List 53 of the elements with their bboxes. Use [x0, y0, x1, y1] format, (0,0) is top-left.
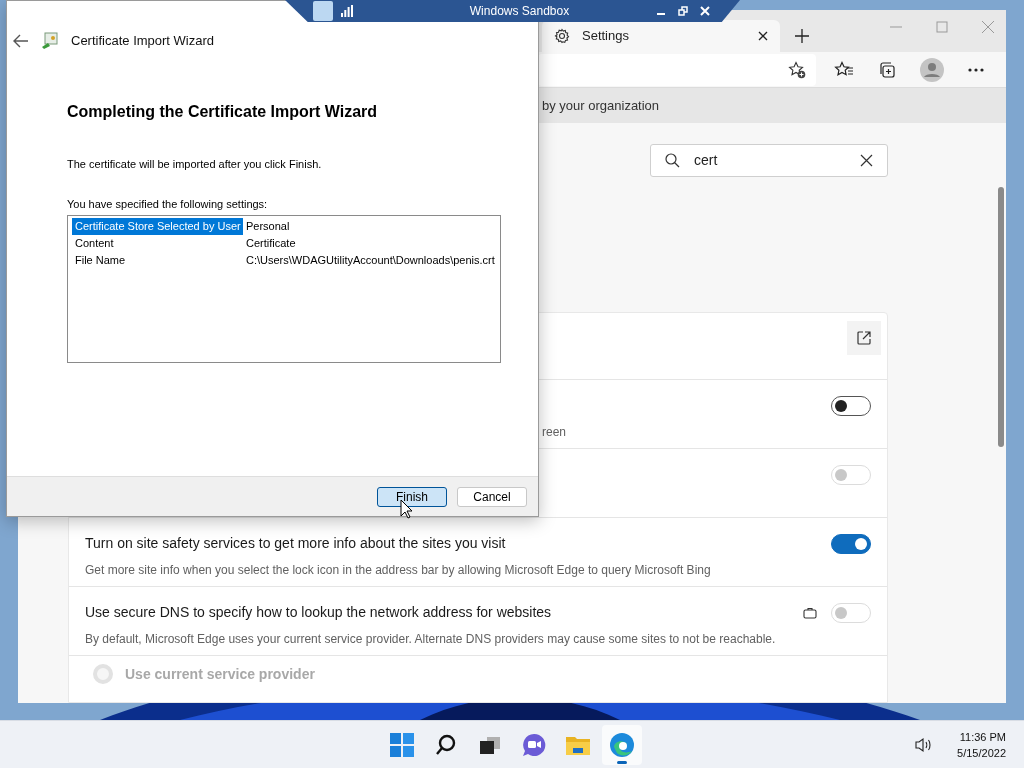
- restore-icon[interactable]: [678, 6, 688, 16]
- radio-label: Use current service provider: [125, 665, 315, 684]
- scrollbar-thumb[interactable]: [998, 187, 1004, 447]
- search-value: cert: [694, 151, 719, 170]
- task-view-icon: [479, 734, 501, 755]
- setting-description: reen: [541, 424, 568, 440]
- intro-text: The certificate will be imported after you click Finish.: [67, 157, 323, 172]
- collections-icon[interactable]: [878, 60, 896, 79]
- profile-avatar-icon[interactable]: [920, 57, 944, 82]
- new-tab-icon[interactable]: [794, 28, 810, 44]
- windows-logo-icon: [390, 732, 414, 757]
- clear-icon[interactable]: [860, 154, 873, 167]
- dialog-button[interactable]: Finish: [377, 486, 447, 507]
- back-arrow-icon[interactable]: [13, 34, 29, 48]
- banner-text: by your organization: [542, 97, 660, 115]
- wizard-heading: Completing the Certificate Import Wizard: [67, 102, 379, 122]
- setting-title: Turn on site safety services to get more info about the sites you visit: [85, 534, 507, 552]
- settings-label: You have specified the following settings:: [67, 196, 269, 212]
- dialog-title: Certificate Import Wizard: [71, 32, 215, 51]
- setting-title: Use secure DNS to specify how to lookup the network address for websites: [85, 603, 553, 621]
- search-icon: [665, 153, 680, 168]
- tab-title: Settings: [582, 27, 630, 46]
- close-tab-icon[interactable]: [758, 31, 768, 41]
- setting-description: Get more site info when you select the lock icon in the address bar by allowing Microsoft Edge to query Microsoft Bing: [85, 562, 712, 578]
- search-icon: [435, 733, 457, 756]
- open-external-button[interactable]: [847, 321, 881, 355]
- toggle-switch[interactable]: [831, 396, 871, 416]
- volume-icon[interactable]: [915, 736, 934, 753]
- connection-bars-icon: [341, 5, 353, 17]
- setting-description: By default, Microsoft Edge uses your current service provider. Alternate DNS providers may cause some sites to not be reachable.: [85, 631, 777, 647]
- clock-date: 5/15/2022: [957, 745, 1006, 761]
- certificate-icon: [41, 32, 59, 50]
- browser-logo-icon: [609, 731, 635, 758]
- briefcase-icon: [803, 607, 817, 619]
- more-menu-icon[interactable]: [968, 67, 984, 72]
- window-title: Windows Sandbox: [468, 3, 571, 20]
- search-field[interactable]: cert: [650, 144, 888, 177]
- toggle-switch[interactable]: [831, 534, 871, 554]
- setting-name[interactable]: Content: [72, 235, 243, 252]
- setting-value: Certificate: [245, 236, 296, 252]
- video-chat-icon: [522, 732, 546, 757]
- browser-tab[interactable]: Settings: [542, 20, 780, 52]
- setting-name[interactable]: File Name: [72, 252, 243, 269]
- sandbox-icon: [313, 1, 333, 21]
- external-link-icon: [856, 330, 872, 346]
- clock-time: 11:36 PM: [959, 729, 1006, 745]
- setting-value: Personal: [245, 219, 290, 235]
- setting-value: C:\Users\WDAGUtilityAccount\Downloads\penis.crt: [245, 253, 495, 269]
- setting-name[interactable]: Certificate Store Selected by User: [72, 218, 243, 235]
- add-favorite-icon: [788, 60, 806, 79]
- settings-icon: [554, 28, 570, 44]
- dialog-button[interactable]: Cancel: [457, 486, 527, 507]
- favorites-icon[interactable]: [834, 60, 854, 79]
